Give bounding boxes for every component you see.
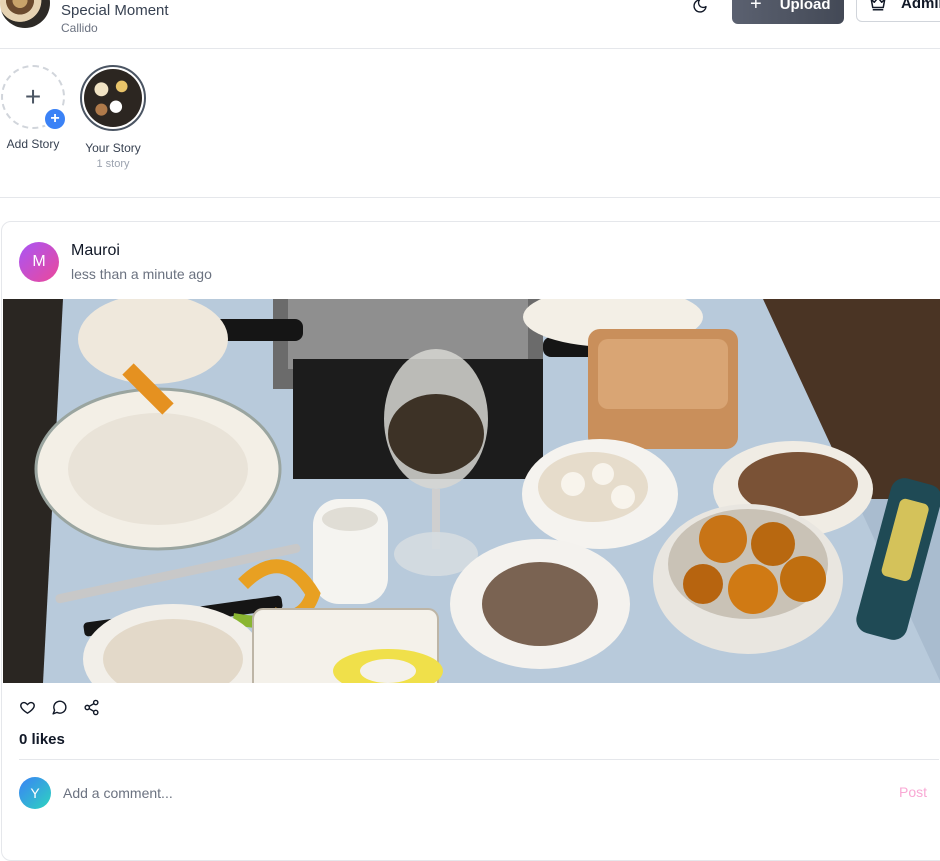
comment-input[interactable] — [63, 781, 863, 805]
like-count: 0 likes — [19, 731, 65, 748]
divider — [19, 759, 939, 760]
add-story-label: Add Story — [6, 137, 60, 151]
post-card: M Mauroi less than a minute ago 0 likes … — [1, 221, 940, 861]
admin-label: Admin — [901, 0, 940, 12]
message-circle-icon — [51, 700, 67, 715]
like-button[interactable] — [18, 698, 36, 716]
heart-icon — [19, 701, 35, 714]
story-count: 1 story — [96, 158, 130, 170]
food-table-photo — [3, 299, 940, 683]
post-actions — [18, 698, 100, 716]
your-story-avatar[interactable] — [80, 65, 146, 131]
app-title: Special Moment — [61, 2, 169, 19]
upload-label: Upload — [779, 0, 831, 13]
post-timestamp: less than a minute ago — [71, 266, 212, 282]
story-thumbnail — [84, 69, 142, 127]
post-comment-button[interactable]: Post — [899, 784, 927, 800]
app-avatar[interactable] — [0, 0, 50, 28]
moon-icon — [693, 0, 707, 13]
author-name[interactable]: Mauroi — [71, 242, 120, 260]
add-badge-icon: + — [43, 107, 67, 131]
author-avatar[interactable]: M — [19, 242, 59, 282]
your-story-label: Your Story — [85, 141, 141, 155]
comment-button[interactable] — [50, 698, 68, 716]
plus-icon: + — [24, 81, 42, 112]
app-header: Special Moment Callido + Upload Admin — [0, 0, 940, 49]
admin-button[interactable]: Admin — [856, 0, 940, 22]
share-button[interactable] — [82, 698, 100, 716]
theme-toggle-button[interactable] — [688, 0, 712, 18]
plus-icon: + — [750, 0, 762, 15]
share-icon — [83, 699, 99, 715]
add-story-button[interactable]: + + — [1, 65, 67, 131]
post-photo[interactable] — [3, 299, 940, 683]
upload-button[interactable]: + Upload — [732, 0, 844, 24]
app-subtitle: Callido — [61, 21, 98, 35]
crown-icon — [870, 0, 886, 11]
stories-bar: + + Add Story Your Story 1 story — [0, 49, 940, 198]
current-user-avatar: Y — [19, 777, 51, 809]
